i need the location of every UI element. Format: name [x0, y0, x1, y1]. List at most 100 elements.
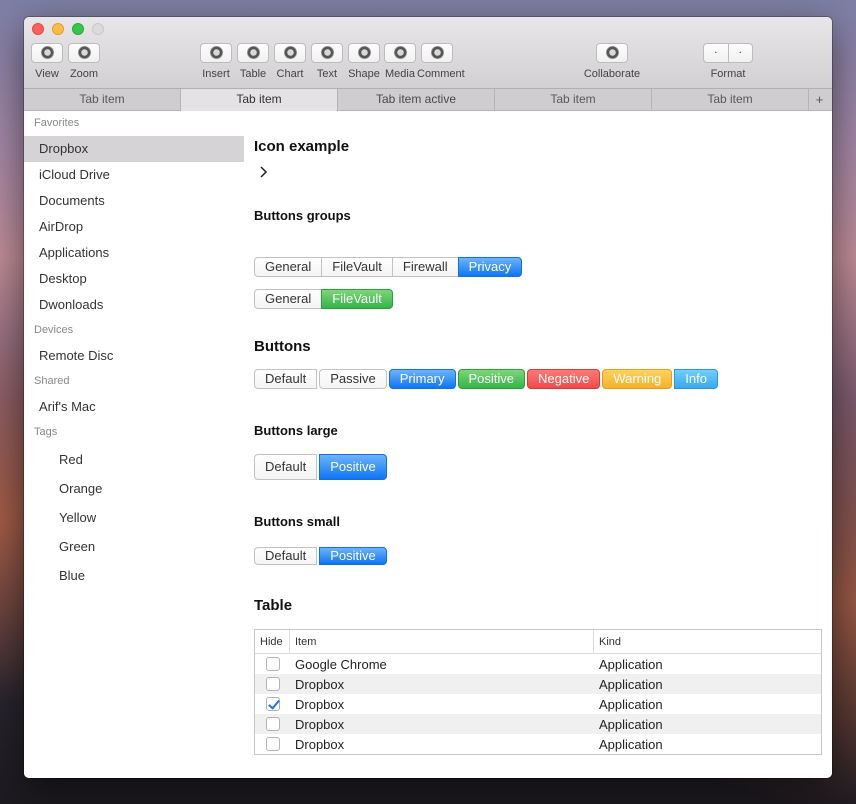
- sidebar-item-dropbox[interactable]: Dropbox: [24, 136, 244, 162]
- table-row[interactable]: Dropbox Application: [255, 674, 821, 694]
- insert-tool[interactable]: Insert: [199, 43, 233, 80]
- media-tool[interactable]: Media: [383, 43, 417, 80]
- text-label: Text: [316, 68, 338, 80]
- chart-tool[interactable]: Chart: [273, 43, 307, 80]
- column-header-item[interactable]: Item: [290, 630, 594, 653]
- large-default-button[interactable]: Default: [254, 454, 318, 480]
- group-privacy-button[interactable]: Privacy: [457, 257, 523, 277]
- group2-filevault-button[interactable]: FileVault: [321, 289, 393, 309]
- item-cell: Dropbox: [295, 716, 345, 732]
- warning-button[interactable]: Warning: [602, 369, 673, 389]
- text-tool[interactable]: Text: [310, 43, 344, 80]
- collaborate-tool[interactable]: Collaborate: [577, 43, 647, 80]
- buttons-heading: Buttons: [254, 338, 311, 355]
- close-window-button[interactable]: [32, 23, 44, 35]
- shape-tool[interactable]: Shape: [347, 43, 381, 80]
- hide-checkbox[interactable]: [266, 717, 280, 731]
- table-icon: [247, 46, 260, 59]
- text-button[interactable]: [311, 43, 343, 63]
- collaborate-button[interactable]: [596, 43, 628, 63]
- buttons-large-row: Default Positive: [254, 454, 387, 480]
- comment-tool[interactable]: Comment: [417, 43, 465, 80]
- fullscreen-window-button[interactable]: [92, 23, 104, 35]
- items-table: Hide Item Kind Google Chrome Application…: [254, 629, 822, 755]
- sidebar: Favorites Dropbox iCloud Drive Documents…: [24, 111, 244, 778]
- chart-button[interactable]: [274, 43, 306, 63]
- sidebar-tag-yellow[interactable]: Yellow: [24, 503, 244, 532]
- hide-checkbox-checked[interactable]: [266, 697, 280, 711]
- format-segmented-button[interactable]: . .: [703, 43, 753, 63]
- sidebar-tag-red[interactable]: Red: [24, 445, 244, 474]
- maximize-window-button[interactable]: [72, 23, 84, 35]
- group-general-button[interactable]: General: [254, 257, 323, 277]
- group-firewall-button[interactable]: Firewall: [391, 257, 459, 277]
- tab-item-2[interactable]: Tab item: [181, 89, 338, 111]
- zoom-tool[interactable]: Zoom: [67, 43, 101, 80]
- tab-item-1[interactable]: Tab item: [24, 89, 181, 111]
- large-positive-button[interactable]: Positive: [319, 454, 387, 480]
- item-cell: Google Chrome: [295, 656, 387, 672]
- kind-cell: Application: [599, 716, 663, 732]
- hide-checkbox[interactable]: [266, 657, 280, 671]
- table-row[interactable]: Dropbox Application: [255, 714, 821, 734]
- chevron-right-icon[interactable]: [256, 164, 272, 180]
- sidebar-item-arifs-mac[interactable]: Arif's Mac: [24, 394, 244, 420]
- comment-button[interactable]: [421, 43, 453, 63]
- media-button[interactable]: [384, 43, 416, 63]
- group-filevault-button[interactable]: FileVault: [321, 257, 393, 277]
- tab-item-active[interactable]: Tab item active: [338, 89, 495, 111]
- sidebar-heading-tags: Tags: [34, 426, 58, 438]
- positive-button[interactable]: Positive: [457, 369, 526, 389]
- column-header-kind[interactable]: Kind: [594, 630, 821, 653]
- add-tab-button[interactable]: +: [809, 89, 830, 110]
- tab-item-4[interactable]: Tab item: [495, 89, 652, 111]
- sidebar-item-downloads[interactable]: Dwonloads: [24, 292, 244, 318]
- sidebar-item-airdrop[interactable]: AirDrop: [24, 214, 244, 240]
- insert-label: Insert: [202, 68, 230, 80]
- table-row[interactable]: Dropbox Application: [255, 734, 821, 754]
- shape-label: Shape: [348, 68, 380, 80]
- sidebar-item-applications[interactable]: Applications: [24, 240, 244, 266]
- sidebar-tag-orange[interactable]: Orange: [24, 474, 244, 503]
- kind-cell: Application: [599, 656, 663, 672]
- sidebar-tag-green[interactable]: Green: [24, 532, 244, 561]
- minimize-window-button[interactable]: [52, 23, 64, 35]
- view-button[interactable]: [31, 43, 63, 63]
- passive-button[interactable]: Passive: [319, 369, 387, 389]
- view-tool[interactable]: View: [30, 43, 64, 80]
- sidebar-item-icloud-drive[interactable]: iCloud Drive: [24, 162, 244, 188]
- zoom-button[interactable]: [68, 43, 100, 63]
- info-button[interactable]: Info: [674, 369, 718, 389]
- small-positive-button[interactable]: Positive: [319, 547, 387, 565]
- tab-bar: Tab item Tab item Tab item active Tab it…: [24, 89, 832, 111]
- default-button[interactable]: Default: [254, 369, 318, 389]
- table-button[interactable]: [237, 43, 269, 63]
- sidebar-heading-favorites: Favorites: [34, 117, 80, 129]
- table-row[interactable]: Dropbox Application: [255, 694, 821, 714]
- sidebar-item-remote-disc[interactable]: Remote Disc: [24, 343, 244, 369]
- negative-button[interactable]: Negative: [527, 369, 601, 389]
- table-tool[interactable]: Table: [236, 43, 270, 80]
- app-window: View Zoom Insert Table Chart Text Shape: [24, 17, 832, 778]
- toolbar: View Zoom Insert Table Chart Text Shape: [24, 17, 832, 89]
- sidebar-tag-blue[interactable]: Blue: [24, 561, 244, 590]
- format-tool[interactable]: . . Format: [703, 43, 753, 80]
- hide-checkbox[interactable]: [266, 737, 280, 751]
- format-right-segment[interactable]: .: [727, 43, 753, 63]
- format-left-segment[interactable]: .: [703, 43, 728, 63]
- insert-button[interactable]: [200, 43, 232, 63]
- item-cell: Dropbox: [295, 696, 345, 712]
- sidebar-item-documents[interactable]: Documents: [24, 188, 244, 214]
- tab-item-5[interactable]: Tab item: [652, 89, 809, 111]
- buttons-large-heading: Buttons large: [254, 423, 338, 438]
- collaborate-label: Collaborate: [583, 68, 641, 80]
- table-row[interactable]: Google Chrome Application: [255, 654, 821, 674]
- primary-button[interactable]: Primary: [388, 369, 456, 389]
- group2-general-button[interactable]: General: [254, 289, 323, 309]
- zoom-icon: [78, 46, 91, 59]
- column-header-hide[interactable]: Hide: [255, 630, 290, 653]
- shape-button[interactable]: [348, 43, 380, 63]
- small-default-button[interactable]: Default: [254, 547, 318, 565]
- hide-checkbox[interactable]: [266, 677, 280, 691]
- sidebar-item-desktop[interactable]: Desktop: [24, 266, 244, 292]
